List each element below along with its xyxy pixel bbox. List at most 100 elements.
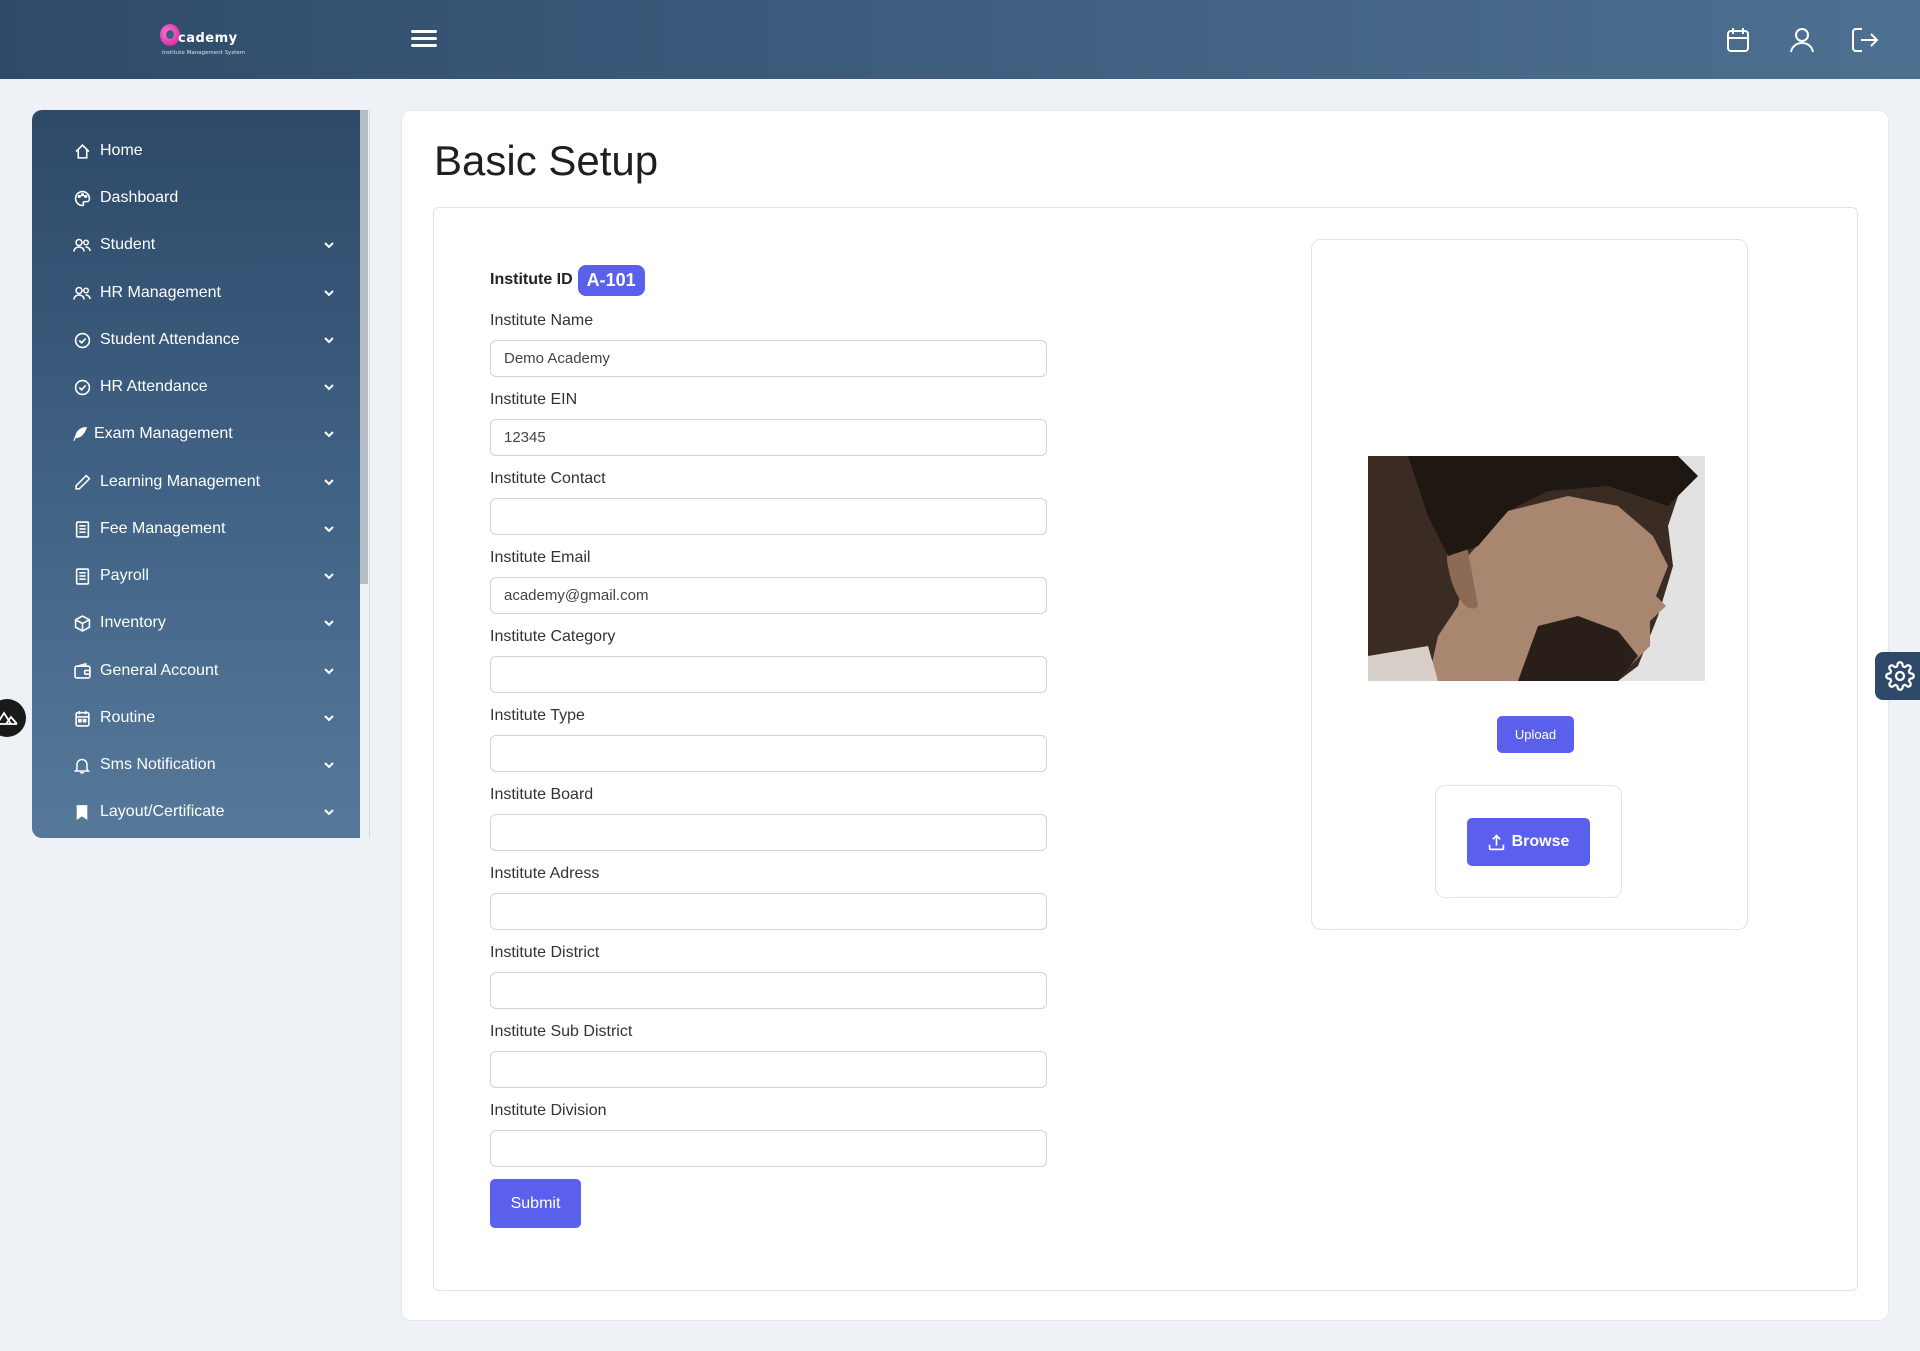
sidebar-item-label: Routine xyxy=(100,709,156,726)
app-logo[interactable]: cademy Institute Management System xyxy=(160,22,246,60)
check-circle-icon xyxy=(72,377,92,397)
sidebar-item-label: Inventory xyxy=(100,614,166,631)
chevron-down-icon xyxy=(321,237,337,253)
scrollbar-thumb[interactable] xyxy=(360,110,368,584)
browse-label: Browse xyxy=(1511,833,1570,850)
sidebar-item-label: HR Management xyxy=(100,284,221,301)
institute-district-label: Institute District xyxy=(490,944,600,961)
institute-email-label: Institute Email xyxy=(490,549,591,566)
sidebar-item-label: General Account xyxy=(100,662,219,679)
home-icon xyxy=(72,141,92,161)
sidebar-item-dashboard[interactable]: Dashboard xyxy=(72,180,362,216)
sidebar-item-label: Sms Notification xyxy=(100,756,216,773)
institute-id-badge: A-101 xyxy=(577,264,645,296)
institute-contact-label: Institute Contact xyxy=(490,470,606,487)
sidebar-item-label: Student Attendance xyxy=(100,331,240,348)
sidebar-item-exam-management[interactable]: Exam Management xyxy=(72,416,362,452)
user-icon[interactable] xyxy=(1786,24,1818,56)
sidebar-item-home[interactable]: Home xyxy=(72,133,362,169)
main-card: Basic Setup Institute ID A-101 Institute… xyxy=(401,110,1889,1321)
institute-email-input[interactable] xyxy=(490,577,1047,614)
sidebar-item-label: Student xyxy=(100,236,156,253)
institute-division-input[interactable] xyxy=(490,1130,1047,1167)
page-title: Basic Setup xyxy=(434,137,659,184)
menu-toggle-button[interactable] xyxy=(411,28,437,50)
receipt-icon xyxy=(72,519,92,539)
institute-name-label: Institute Name xyxy=(490,312,594,329)
sidebar-item-layout-certificate[interactable]: Layout/Certificate xyxy=(72,794,362,830)
chevron-down-icon xyxy=(321,710,337,726)
sidebar-item-general-account[interactable]: General Account xyxy=(72,653,362,689)
institute-id-label: Institute ID xyxy=(490,271,573,288)
institute-name-input[interactable] xyxy=(490,340,1047,377)
chevron-down-icon xyxy=(321,804,337,820)
chevron-down-icon xyxy=(321,332,337,348)
institute-board-label: Institute Board xyxy=(490,786,594,803)
palette-icon xyxy=(72,188,92,208)
logo-subtitle: Institute Management System xyxy=(162,50,246,56)
calendar-icon[interactable] xyxy=(1722,24,1754,56)
calendar-icon xyxy=(72,708,92,728)
photo-panel: Upload Browse xyxy=(1311,239,1748,930)
sidebar-item-routine[interactable]: Routine xyxy=(72,700,362,736)
sidebar-item-student-attendance[interactable]: Student Attendance xyxy=(72,322,362,358)
settings-gear-icon[interactable] xyxy=(1875,652,1920,700)
sidebar-item-hr-attendance[interactable]: HR Attendance xyxy=(72,369,362,405)
sidebar-item-student[interactable]: Student xyxy=(72,227,362,263)
logo-text: cademy xyxy=(178,31,238,46)
institute-board-input[interactable] xyxy=(490,814,1047,851)
institute-id-row: Institute ID A-101 xyxy=(490,262,645,298)
check-circle-icon xyxy=(72,330,92,350)
chevron-down-icon xyxy=(321,663,337,679)
browse-box: Browse xyxy=(1435,785,1622,898)
chevron-down-icon xyxy=(321,285,337,301)
pencil-icon xyxy=(72,472,92,492)
institute-district-input[interactable] xyxy=(490,972,1047,1009)
sidebar-item-inventory[interactable]: Inventory xyxy=(72,605,362,641)
submit-button[interactable]: Submit xyxy=(490,1179,581,1228)
institute-category-label: Institute Category xyxy=(490,628,616,645)
top-bar: cademy Institute Management System xyxy=(0,0,1920,79)
sidebar-item-label: Payroll xyxy=(100,567,149,584)
sidebar-item-label: Exam Management xyxy=(94,425,233,442)
institute-sub-district-input[interactable] xyxy=(490,1051,1047,1088)
sidebar-item-label: Dashboard xyxy=(100,189,179,206)
sidebar-item-sms-notification[interactable]: Sms Notification xyxy=(72,747,362,783)
institute-ein-input[interactable] xyxy=(490,419,1047,456)
sidebar-item-label: HR Attendance xyxy=(100,378,208,395)
sidebar-item-fee-management[interactable]: Fee Management xyxy=(72,511,362,547)
upload-button[interactable]: Upload xyxy=(1497,716,1574,753)
wallet-icon xyxy=(72,661,92,681)
floating-mountain-icon[interactable] xyxy=(0,699,26,737)
feather-icon xyxy=(72,424,88,444)
chevron-down-icon xyxy=(321,568,337,584)
institute-contact-input[interactable] xyxy=(490,498,1047,535)
institute-division-label: Institute Division xyxy=(490,1102,607,1119)
sidebar-item-label: Fee Management xyxy=(100,520,226,537)
institute-category-input[interactable] xyxy=(490,656,1047,693)
setup-form-card: Institute ID A-101 Institute Name Instit… xyxy=(433,207,1858,1291)
institute-address-input[interactable] xyxy=(490,893,1047,930)
chevron-down-icon xyxy=(321,426,337,442)
browse-button[interactable]: Browse xyxy=(1467,818,1590,866)
logout-icon[interactable] xyxy=(1849,24,1881,56)
logo-mark-icon xyxy=(160,24,180,46)
bell-icon xyxy=(72,755,92,775)
upload-icon xyxy=(1488,833,1504,850)
sidebar-item-label: Layout/Certificate xyxy=(100,803,225,820)
sidebar-item-label: Home xyxy=(100,142,143,159)
sidebar-item-payroll[interactable]: Payroll xyxy=(72,558,362,594)
chevron-down-icon xyxy=(321,379,337,395)
sidebar-item-label: Learning Management xyxy=(100,473,261,490)
sidebar-scrollbar[interactable] xyxy=(360,110,370,838)
users-icon xyxy=(72,283,92,303)
sidebar-item-learning-management[interactable]: Learning Management xyxy=(72,464,362,500)
chevron-down-icon xyxy=(321,474,337,490)
receipt-icon xyxy=(72,566,92,586)
institute-ein-label: Institute EIN xyxy=(490,391,578,408)
institute-type-input[interactable] xyxy=(490,735,1047,772)
users-icon xyxy=(72,235,92,255)
institute-address-label: Institute Adress xyxy=(490,865,600,882)
institute-type-label: Institute Type xyxy=(490,707,585,724)
sidebar-item-hr-management[interactable]: HR Management xyxy=(72,275,362,311)
